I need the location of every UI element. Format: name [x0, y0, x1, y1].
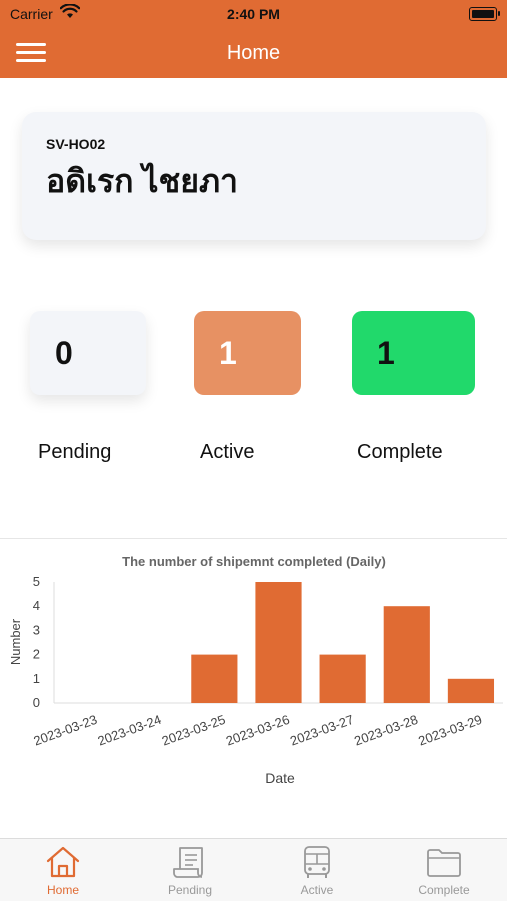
- chart-y-axis-label: Number: [8, 618, 23, 665]
- chart-x-axis-label: Date: [265, 770, 295, 786]
- tab-active[interactable]: Active: [254, 839, 380, 901]
- shipment-chart: The number of shipemnt completed (Daily)…: [8, 554, 503, 786]
- tab-bar: Home Pending Active Complete: [0, 838, 507, 901]
- tab-complete[interactable]: Complete: [381, 839, 507, 901]
- chart-y-tick-label: 0: [33, 695, 40, 710]
- active-count-box[interactable]: 1: [194, 311, 301, 395]
- tab-home-label: Home: [46, 883, 79, 897]
- chart-x-tick-label: 2023-03-25: [160, 712, 228, 749]
- user-card: SV-HO02 อดิเรก ไชยภา: [22, 112, 486, 240]
- tab-complete-label: Complete: [418, 883, 470, 897]
- chart-x-tick-label: 2023-03-23: [31, 712, 99, 749]
- chart-bar: [255, 582, 302, 703]
- chart-x-tick-label: 2023-03-26: [224, 712, 292, 749]
- chart-x-tick-label: 2023-03-28: [352, 712, 420, 749]
- chart-y-tick-label: 2: [33, 647, 40, 662]
- tab-pending-label: Pending: [167, 883, 213, 897]
- chart-y-tick-label: 4: [33, 598, 40, 613]
- complete-count: 1: [377, 335, 395, 371]
- active-label: Active: [200, 441, 255, 463]
- chart-bar: [319, 654, 366, 703]
- chart-bar: [191, 654, 238, 703]
- pending-label: Pending: [38, 441, 112, 463]
- bus-icon: [304, 846, 330, 878]
- divider: [0, 538, 507, 539]
- page-title: Home: [226, 42, 281, 64]
- pending-count: 0: [55, 335, 73, 371]
- chart-x-tick-label: 2023-03-27: [288, 712, 356, 749]
- home-icon: [46, 846, 80, 878]
- pending-count-box[interactable]: 0: [30, 311, 146, 395]
- chart-x-tick-label: 2023-03-29: [416, 712, 484, 749]
- chart-bar: [383, 606, 430, 703]
- user-code: SV-HO02: [46, 136, 106, 152]
- receipt-icon: [173, 847, 203, 878]
- status-bar: Carrier 2:40 PM: [0, 0, 507, 28]
- tab-active-label: Active: [300, 883, 334, 897]
- chart-y-tick-label: 1: [33, 671, 40, 686]
- folder-icon: [427, 849, 461, 877]
- battery-icon: [469, 7, 500, 21]
- chart-x-tick-label: 2023-03-24: [96, 712, 164, 749]
- chart-title: The number of shipemnt completed (Daily): [122, 554, 386, 569]
- clock: 2:40 PM: [227, 6, 280, 22]
- chart-bar: [447, 678, 495, 703]
- user-name: อดิเรก ไชยภา: [46, 163, 239, 199]
- chart-y-tick-label: 5: [33, 574, 40, 589]
- chart-y-tick-label: 3: [33, 622, 40, 637]
- complete-label: Complete: [357, 441, 443, 463]
- complete-count-box[interactable]: 1: [352, 311, 475, 395]
- tab-home[interactable]: Home: [0, 839, 126, 901]
- nav-bar: Home: [0, 28, 507, 78]
- tab-pending[interactable]: Pending: [127, 839, 253, 901]
- active-count: 1: [219, 335, 237, 371]
